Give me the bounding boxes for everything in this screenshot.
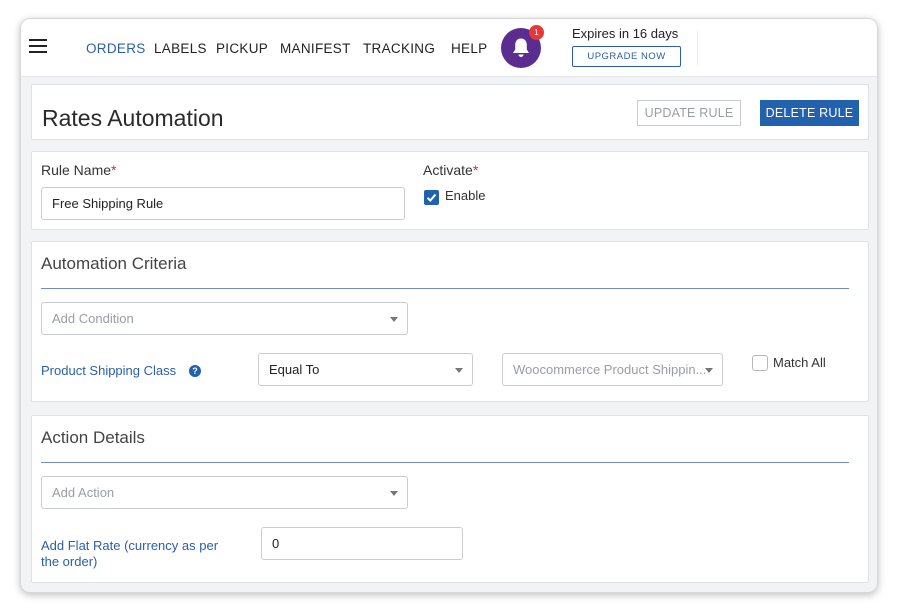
section-divider bbox=[41, 462, 849, 463]
plan-expiry-text: Expires in 16 days bbox=[572, 26, 679, 41]
help-icon[interactable]: ? bbox=[189, 365, 201, 377]
rule-name-input[interactable]: Free Shipping Rule bbox=[41, 187, 405, 220]
nav-labels[interactable]: LABELS bbox=[154, 41, 207, 56]
operator-select[interactable]: Equal To bbox=[258, 353, 473, 386]
rule-settings-card: Rule Name* Free Shipping Rule Activate* … bbox=[31, 151, 869, 230]
chevron-down-icon bbox=[390, 491, 398, 496]
nav-manifest[interactable]: MANIFEST bbox=[280, 41, 351, 56]
navbar-divider bbox=[697, 31, 698, 65]
activate-label: Activate* bbox=[423, 162, 478, 178]
automation-criteria-card: Automation Criteria Add Condition Produc… bbox=[31, 241, 869, 402]
upgrade-now-button[interactable]: UPGRADE NOW bbox=[572, 46, 681, 67]
chevron-down-icon bbox=[705, 368, 713, 373]
match-all-checkbox[interactable] bbox=[752, 355, 768, 371]
activate-label-text: Activate bbox=[423, 162, 473, 178]
top-navbar: ORDERS LABELS PICKUP MANIFEST TRACKING H… bbox=[21, 19, 877, 77]
add-condition-select[interactable]: Add Condition bbox=[41, 302, 408, 335]
operator-value: Equal To bbox=[269, 362, 320, 377]
nav-help[interactable]: HELP bbox=[451, 41, 487, 56]
match-all-label: Match All bbox=[773, 355, 826, 370]
add-action-placeholder: Add Action bbox=[52, 485, 115, 500]
chevron-down-icon bbox=[455, 368, 463, 373]
required-mark: * bbox=[472, 162, 479, 178]
rule-name-label-text: Rule Name bbox=[41, 162, 112, 178]
flat-rate-label-line2: the order) bbox=[41, 554, 98, 569]
enable-label: Enable bbox=[445, 188, 486, 203]
action-details-title: Action Details bbox=[41, 428, 145, 447]
add-condition-placeholder: Add Condition bbox=[52, 311, 134, 326]
bell-icon bbox=[513, 38, 529, 57]
flat-rate-label-line1: Add Flat Rate (currency as per bbox=[41, 538, 219, 553]
page-header-card: Rates Automation UPDATE RULE DELETE RULE bbox=[31, 84, 869, 140]
section-divider bbox=[41, 288, 849, 289]
add-action-select[interactable]: Add Action bbox=[41, 476, 408, 509]
chevron-down-icon bbox=[390, 317, 398, 322]
enable-checkbox[interactable] bbox=[424, 190, 439, 205]
nav-pickup[interactable]: PICKUP bbox=[216, 41, 268, 56]
rule-name-label: Rule Name* bbox=[41, 162, 116, 178]
page-title: Rates Automation bbox=[42, 105, 224, 131]
update-rule-button[interactable]: UPDATE RULE bbox=[637, 100, 741, 126]
shipping-class-placeholder: Woocommerce Product Shippin... bbox=[513, 362, 707, 377]
app-window: ORDERS LABELS PICKUP MANIFEST TRACKING H… bbox=[20, 18, 878, 593]
notification-button[interactable]: 1 bbox=[501, 25, 544, 68]
menu-icon[interactable] bbox=[29, 39, 47, 53]
action-details-card: Action Details Add Action Add Flat Rate … bbox=[31, 415, 869, 583]
product-shipping-class-label: Product Shipping Class bbox=[41, 363, 177, 378]
nav-orders[interactable]: ORDERS bbox=[86, 41, 146, 56]
check-icon bbox=[426, 193, 437, 202]
shipping-class-select[interactable]: Woocommerce Product Shippin... bbox=[502, 353, 723, 386]
flat-rate-input[interactable]: 0 bbox=[261, 527, 463, 560]
nav-tracking[interactable]: TRACKING bbox=[363, 41, 435, 56]
automation-criteria-title: Automation Criteria bbox=[41, 254, 187, 273]
notification-badge: 1 bbox=[529, 25, 544, 40]
delete-rule-button[interactable]: DELETE RULE bbox=[760, 100, 859, 126]
required-mark: * bbox=[111, 162, 117, 178]
